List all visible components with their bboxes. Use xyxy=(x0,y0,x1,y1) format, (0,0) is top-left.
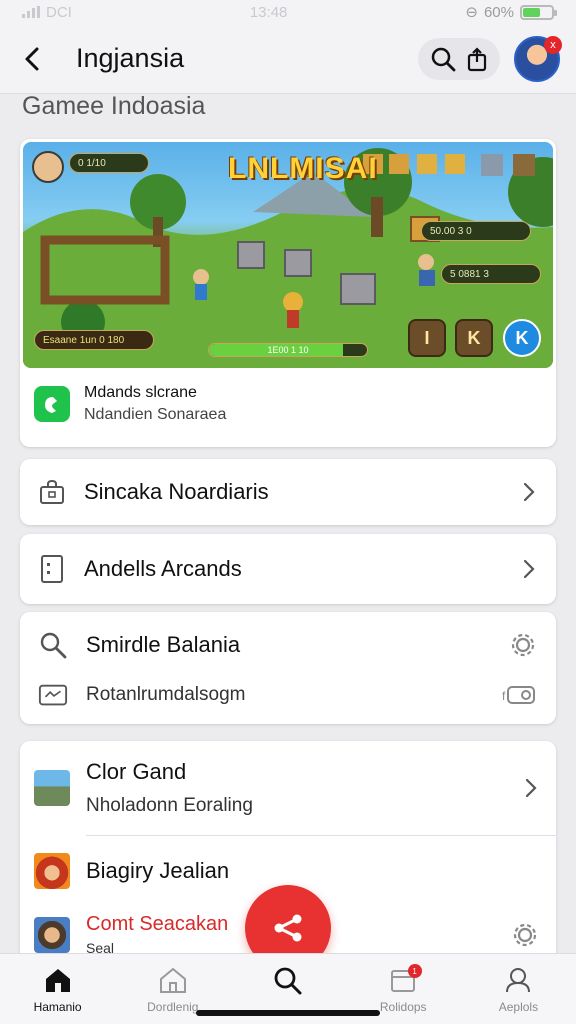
hero-thumbnail xyxy=(34,916,70,953)
chevron-right-icon xyxy=(523,482,535,502)
list-item[interactable]: Clor Gand Nholadonn Eoraling xyxy=(34,759,538,817)
home-outline-icon xyxy=(159,967,186,993)
landscape-thumbnail xyxy=(34,770,70,806)
section-title: Gamee Indoasia xyxy=(22,92,206,120)
status-right: ⊖ 60% xyxy=(465,3,557,21)
chevron-right-icon xyxy=(525,778,537,798)
game-app-icon xyxy=(34,386,70,422)
share-icon[interactable] xyxy=(466,46,488,72)
header-actions xyxy=(418,37,500,80)
nav-label: Aeplols xyxy=(498,1000,539,1014)
banner-button-1[interactable]: I xyxy=(408,319,446,357)
row-arcands[interactable]: Andells Arcands xyxy=(20,534,556,604)
chevron-left-icon xyxy=(25,47,39,70)
nav-label: Rolidops xyxy=(379,1000,427,1014)
nav-home[interactable]: Hamanio xyxy=(0,954,115,1024)
back-button[interactable] xyxy=(0,24,64,94)
row-label: Sincaka Noardiaris xyxy=(84,479,269,504)
link-icon: ⊖ xyxy=(465,4,478,21)
search-row[interactable]: Smirdle Balania xyxy=(38,630,536,660)
toggle-icon[interactable]: f xyxy=(502,684,536,706)
carrier-label: DCI xyxy=(46,3,72,21)
search-icon xyxy=(38,630,68,660)
hud-right-2: 5 0881 3 xyxy=(441,264,541,284)
battery-icon xyxy=(520,4,557,20)
document-icon xyxy=(38,555,66,583)
search-icon[interactable] xyxy=(430,46,456,72)
list-item-title: Clor Gand xyxy=(86,759,187,784)
battery-fill xyxy=(523,7,540,17)
profile-icon xyxy=(506,968,531,993)
battery-percent: 60% xyxy=(483,3,514,21)
svg-text:f: f xyxy=(502,689,506,703)
hud-right-1: 50.00 3 0 xyxy=(421,221,531,241)
banner-button-3[interactable]: K xyxy=(503,319,541,357)
page-title: Ingjansia xyxy=(76,43,185,73)
row-label: Andells Arcands xyxy=(84,556,242,581)
avatar[interactable]: x xyxy=(514,35,562,82)
signal-icon xyxy=(22,6,40,18)
list-item-subtitle: Nholadonn Eoraling xyxy=(86,795,253,816)
divider xyxy=(86,835,556,836)
nav-label: Hamanio xyxy=(33,1000,82,1014)
nav-badge: 1 xyxy=(407,964,422,978)
search-row-title: Smirdle Balania xyxy=(86,632,241,657)
list-item-title: Biagiry Jealian xyxy=(86,858,230,883)
list-item[interactable]: Biagiry Jealian xyxy=(34,853,538,889)
settings-icon[interactable] xyxy=(512,922,538,948)
hud-top-left: 0 1/10 xyxy=(69,153,149,173)
hud-bottom-left: Esaane 1un 0 180 xyxy=(34,330,154,350)
keyboard-row[interactable]: Rotanlrumdalsogm f xyxy=(38,680,536,710)
home-indicator xyxy=(196,1010,380,1016)
game-name: Mdands slcrane xyxy=(84,384,197,401)
status-left: DCI xyxy=(22,4,72,21)
phone-icon xyxy=(45,397,57,413)
nav-label: Dordlenig xyxy=(147,1000,199,1014)
hud-progress-bar: 1E00 1 10 xyxy=(208,343,368,357)
status-bar: DCI 13:48 ⊖ 60% xyxy=(0,0,576,24)
search-icon xyxy=(274,967,302,995)
home-icon xyxy=(45,969,70,992)
bag-icon xyxy=(38,478,66,506)
status-time: 13:48 xyxy=(249,3,288,21)
banner-button-2[interactable]: K xyxy=(455,319,493,357)
fire-thumbnail xyxy=(34,853,70,889)
gear-icon[interactable] xyxy=(510,632,536,658)
game-subtitle: Ndandien Sonaraea xyxy=(84,406,227,423)
game-card[interactable]: LNLMISAI 0 1/10 50.00 3 0 5 0881 3 Esaan… xyxy=(20,139,556,447)
chevron-right-icon xyxy=(523,559,535,579)
avatar-badge: x xyxy=(544,35,562,54)
share-nodes-icon xyxy=(274,914,302,942)
keyboard-row-label: Rotanlrumdalsogm xyxy=(86,684,246,705)
nav-profile[interactable]: Aeplols xyxy=(461,954,576,1024)
game-banner[interactable]: LNLMISAI 0 1/10 50.00 3 0 5 0881 3 Esaan… xyxy=(23,142,553,368)
banner-title: LNLMISAI xyxy=(228,152,378,185)
game-info: Mdands slcrane Ndandien Sonaraea xyxy=(34,384,226,424)
row-notifications[interactable]: Sincaka Noardiaris xyxy=(20,459,556,525)
keyboard-icon xyxy=(38,680,68,710)
hud-progress-label: 1E00 1 10 xyxy=(267,345,309,355)
search-settings-card: Smirdle Balania Rotanlrumdalsogm f xyxy=(20,612,556,724)
app-header: Ingjansia x xyxy=(0,24,576,94)
